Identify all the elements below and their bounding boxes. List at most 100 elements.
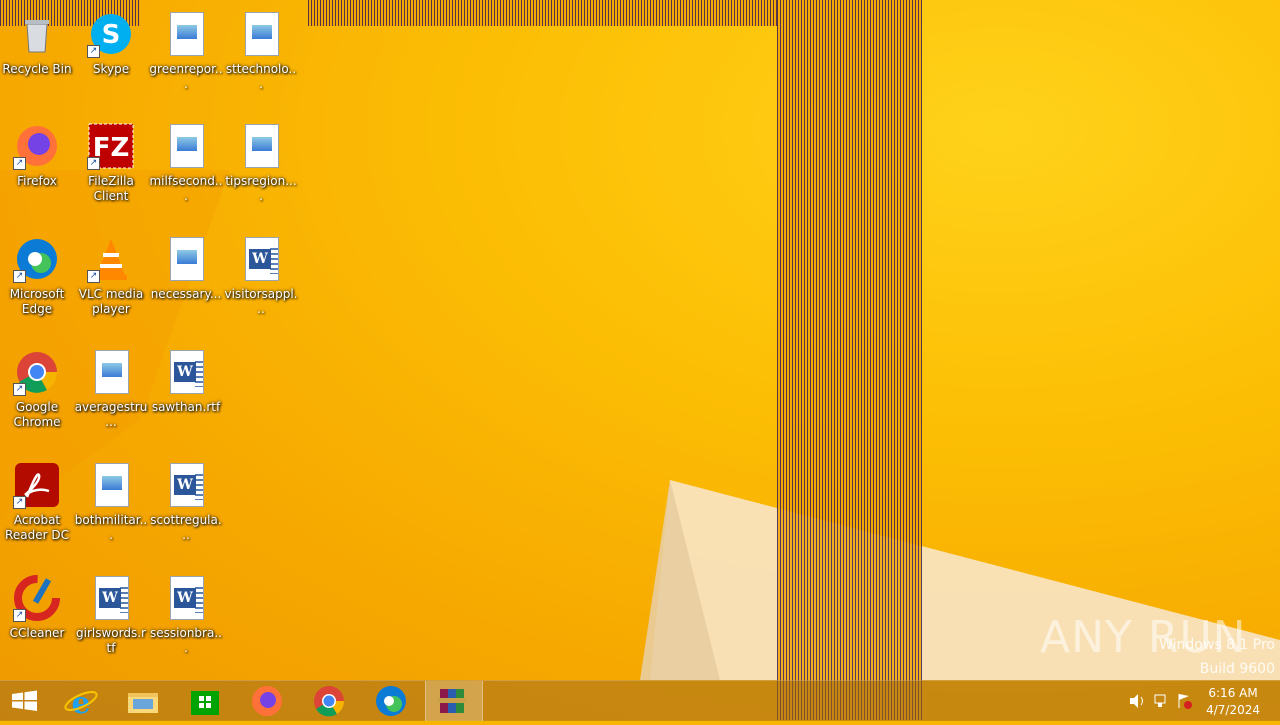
folder-icon bbox=[128, 693, 158, 713]
image-file-icon bbox=[162, 10, 210, 58]
windows-logo-icon bbox=[12, 690, 37, 711]
glitch-stripe-top bbox=[308, 0, 778, 26]
windows-edition-text: Windows 8.1 Pro bbox=[1159, 637, 1275, 653]
svg-text:S: S bbox=[102, 20, 121, 50]
desktop-icon-girlswords[interactable]: W girlswords.rtf bbox=[74, 574, 148, 656]
skype-icon: S ↗ bbox=[87, 10, 135, 58]
firefox-icon: ↗ bbox=[13, 122, 61, 170]
desktop-icon-recycle-bin[interactable]: Recycle Bin bbox=[0, 10, 74, 77]
word-document-icon: W bbox=[87, 574, 135, 622]
taskbar-file-explorer[interactable] bbox=[115, 681, 171, 721]
desktop-icon-bothmilitar[interactable]: bothmilitar... bbox=[74, 461, 148, 543]
edge-icon bbox=[376, 686, 406, 716]
internet-explorer-icon: e bbox=[64, 686, 98, 721]
desktop-icon-label: averagestru... bbox=[74, 400, 148, 429]
shortcut-arrow-icon: ↗ bbox=[13, 609, 26, 622]
desktop-icon-filezilla[interactable]: FZ ↗ FileZilla Client bbox=[74, 122, 148, 204]
clock-time: 6:16 AM bbox=[1208, 686, 1258, 700]
desktop-icon-label: necessary... bbox=[150, 287, 222, 301]
desktop-icon-label: scottregula... bbox=[150, 513, 222, 542]
desktop-icon-skype[interactable]: S ↗ Skype bbox=[74, 10, 148, 77]
taskbar-store[interactable] bbox=[177, 681, 233, 721]
image-file-icon bbox=[237, 10, 285, 58]
acrobat-icon: ↗ bbox=[13, 461, 61, 509]
shortcut-arrow-icon: ↗ bbox=[13, 157, 26, 170]
system-tray bbox=[1126, 681, 1196, 721]
desktop-icon-firefox[interactable]: ↗ Firefox bbox=[0, 122, 74, 189]
desktop-icon-label: tipsregion.... bbox=[225, 174, 297, 203]
desktop-icon-label: bothmilitar... bbox=[74, 513, 148, 542]
word-document-icon: W bbox=[237, 235, 285, 283]
taskbar-edge[interactable] bbox=[363, 681, 419, 721]
desktop-icon-label: Firefox bbox=[17, 174, 57, 188]
firefox-icon bbox=[252, 686, 282, 716]
image-file-icon bbox=[237, 122, 285, 170]
desktop-icon-visitorsappl[interactable]: W visitorsappl... bbox=[224, 235, 298, 317]
word-document-icon: W bbox=[162, 348, 210, 396]
desktop-icon-label: CCleaner bbox=[9, 626, 65, 640]
desktop-icon-sawthan[interactable]: W sawthan.rtf bbox=[149, 348, 223, 415]
desktop-icon-label: sawthan.rtf bbox=[151, 400, 221, 414]
taskbar-internet-explorer[interactable]: e bbox=[54, 681, 110, 721]
desktop-icon-chrome[interactable]: ↗ Google Chrome bbox=[0, 348, 74, 430]
desktop-icon-vlc[interactable]: ↗ VLC media player bbox=[74, 235, 148, 317]
taskbar: e 6:16 AM 4/7/2024 bbox=[0, 680, 1280, 721]
ccleaner-icon: ↗ bbox=[13, 574, 61, 622]
word-document-icon: W bbox=[162, 574, 210, 622]
taskbar-chrome[interactable] bbox=[301, 681, 357, 721]
glitch-stripe-vertical bbox=[777, 0, 922, 720]
desktop-icon-label: greenrepor... bbox=[149, 62, 223, 91]
recycle-bin-icon bbox=[13, 10, 61, 58]
taskbar-winrar[interactable] bbox=[425, 681, 483, 721]
desktop-icon-milfsecond[interactable]: milfsecond... bbox=[149, 122, 223, 204]
image-file-icon bbox=[162, 122, 210, 170]
desktop-icon-label: sessionbra... bbox=[150, 626, 222, 655]
network-icon[interactable] bbox=[1154, 694, 1166, 707]
desktop-icon-label: visitorsappl... bbox=[224, 287, 298, 316]
windows-build-text: Build 9600 bbox=[1199, 661, 1275, 677]
desktop-icon-label: Acrobat Reader DC bbox=[5, 513, 69, 542]
shortcut-arrow-icon: ↗ bbox=[87, 157, 100, 170]
desktop-icon-label: Recycle Bin bbox=[2, 62, 72, 76]
chrome-icon: ↗ bbox=[13, 348, 61, 396]
winrar-icon bbox=[438, 689, 466, 713]
desktop-icon-label: sttechnolo... bbox=[225, 62, 297, 91]
image-file-icon bbox=[162, 235, 210, 283]
desktop-icon-necessary[interactable]: necessary... bbox=[149, 235, 223, 302]
shortcut-arrow-icon: ↗ bbox=[87, 45, 100, 58]
desktop-icon-sttechnolo[interactable]: sttechnolo... bbox=[224, 10, 298, 92]
shortcut-arrow-icon: ↗ bbox=[87, 270, 100, 283]
desktop-icon-ccleaner[interactable]: ↗ CCleaner bbox=[0, 574, 74, 641]
shortcut-arrow-icon: ↗ bbox=[13, 270, 26, 283]
desktop-icon-scottregula[interactable]: W scottregula... bbox=[149, 461, 223, 543]
desktop-icon-label: Microsoft Edge bbox=[9, 287, 65, 316]
image-file-icon bbox=[87, 461, 135, 509]
desktop-icon-averagestru[interactable]: averagestru... bbox=[74, 348, 148, 430]
clock-date: 4/7/2024 bbox=[1206, 703, 1260, 717]
shortcut-arrow-icon: ↗ bbox=[13, 383, 26, 396]
speaker-icon[interactable] bbox=[1130, 694, 1143, 708]
start-button[interactable] bbox=[0, 681, 50, 721]
desktop-icon-label: girlswords.rtf bbox=[76, 626, 146, 655]
chrome-icon bbox=[314, 686, 345, 717]
desktop-icon-label: milfsecond... bbox=[149, 174, 223, 203]
filezilla-icon: FZ ↗ bbox=[87, 122, 135, 170]
desktop-icon-acrobat[interactable]: ↗ Acrobat Reader DC bbox=[0, 461, 74, 543]
desktop-icon-edge[interactable]: ↗ Microsoft Edge bbox=[0, 235, 74, 317]
taskbar-clock[interactable]: 6:16 AM 4/7/2024 bbox=[1206, 685, 1260, 719]
shortcut-arrow-icon: ↗ bbox=[13, 496, 26, 509]
edge-icon: ↗ bbox=[13, 235, 61, 283]
word-document-icon: W bbox=[162, 461, 210, 509]
desktop-icon-label: VLC media player bbox=[78, 287, 144, 316]
image-file-icon bbox=[87, 348, 135, 396]
desktop-icon-label: FileZilla Client bbox=[88, 174, 134, 203]
desktop-icon-label: Skype bbox=[92, 62, 130, 76]
action-center-icon[interactable] bbox=[1178, 694, 1192, 709]
vlc-icon: ↗ bbox=[87, 235, 135, 283]
store-icon bbox=[191, 691, 219, 715]
desktop-icon-tipsregion[interactable]: tipsregion.... bbox=[224, 122, 298, 204]
desktop-icon-label: Google Chrome bbox=[13, 400, 61, 429]
taskbar-firefox[interactable] bbox=[239, 681, 295, 721]
desktop-icon-greenrepor[interactable]: greenrepor... bbox=[149, 10, 223, 92]
desktop-icon-sessionbra[interactable]: W sessionbra... bbox=[149, 574, 223, 656]
